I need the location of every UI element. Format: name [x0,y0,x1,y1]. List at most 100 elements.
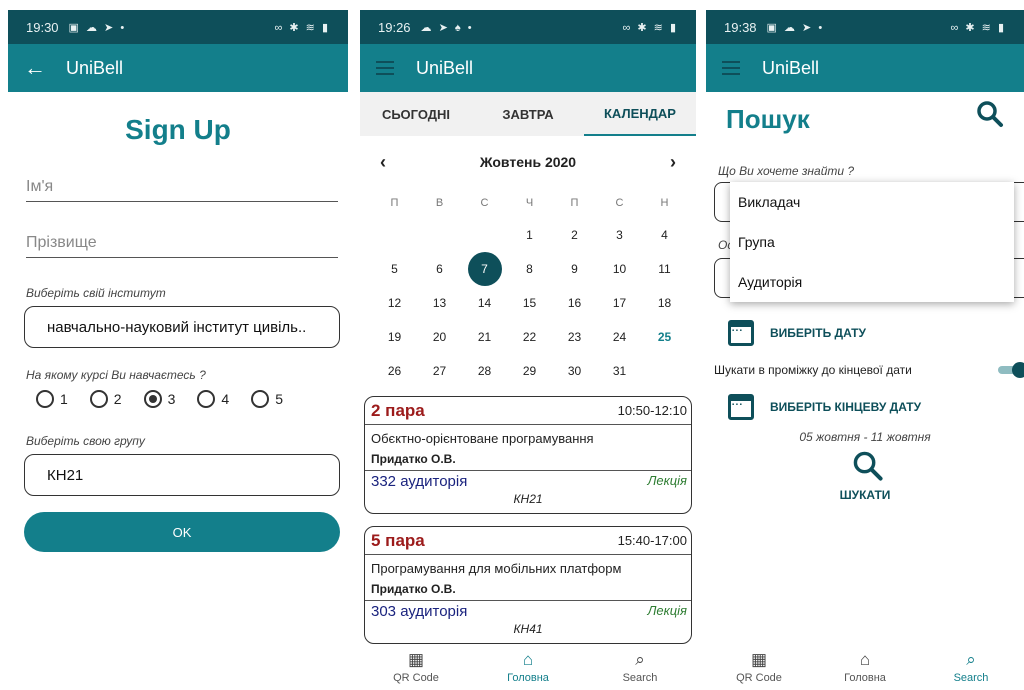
calendar-header: ‹ Жовтень 2020 › [380,150,676,174]
tab-calendar[interactable]: КАЛЕНДАР [584,92,696,136]
calendar-day[interactable]: 12 [372,286,417,320]
choose-end-date-label: ВИБЕРІТЬ КІНЦЕВУ ДАТУ [770,400,922,414]
calendar-icon [728,320,754,346]
calendar-day[interactable]: 15 [507,286,552,320]
last-name-input[interactable]: Прізвище [26,228,338,258]
calendar-empty [462,218,507,252]
calendar-day[interactable]: 6 [417,252,462,286]
menu-icon[interactable] [722,61,740,75]
subject: Програмування для мобільних платформ [371,561,622,576]
calendar-day[interactable]: 13 [417,286,462,320]
calendar-day[interactable]: 27 [417,354,462,388]
calendar-day[interactable]: 2 [552,218,597,252]
search-icon[interactable] [852,450,884,487]
subject: Обєктно-орієнтоване програмування [371,431,594,446]
dropdown-option-teacher[interactable]: Викладач [730,182,1014,222]
lesson-card[interactable]: 5 пара 15:40-17:00 Програмування для моб… [364,526,692,644]
range-toggle-row: Шукати в проміжку до кінцевої дати [714,362,1024,378]
calendar-day[interactable]: 23 [552,320,597,354]
course-radio-group: 1 2 3 4 5 [36,390,283,408]
chevron-right-icon[interactable]: › [670,152,676,173]
choose-date-label: ВИБЕРІТЬ ДАТУ [770,326,866,340]
calendar-day[interactable]: 29 [507,354,552,388]
app-title: UniBell [66,57,124,78]
choose-date-button[interactable]: ВИБЕРІТЬ ДАТУ [728,320,866,346]
app-bar: UniBell [706,44,1024,92]
course-radio-1[interactable]: 1 [36,390,68,408]
lesson-card[interactable]: 2 пара 10:50-12:10 Обєктно-орієнтоване п… [364,396,692,514]
nav-home[interactable]: ⌂ Головна [812,644,918,690]
calendar-empty [642,354,687,388]
status-icons: ▣ ☁ ➤ • [68,21,127,34]
back-arrow-icon[interactable]: ← [24,55,46,81]
chevron-left-icon[interactable]: ‹ [380,152,386,173]
tab-today[interactable]: СЬОГОДНІ [360,92,472,136]
course-radio-5[interactable]: 5 [251,390,283,408]
calendar-day[interactable]: 28 [462,354,507,388]
radio-label: 5 [275,391,283,407]
radio-circle [197,390,216,408]
system-icons: ∞ ✱ ≋ ▮ [274,21,330,34]
nav-label: QR Code [393,672,439,684]
calendar-day[interactable]: 21 [462,320,507,354]
calendar-day[interactable]: 3 [597,218,642,252]
menu-icon[interactable] [376,61,394,75]
nav-qr-code[interactable]: ▦ QR Code [360,644,472,690]
calendar-day[interactable]: 1 [507,218,552,252]
calendar-day[interactable]: 25 [642,320,687,354]
calendar-day[interactable]: 5 [372,252,417,286]
qr-code-icon: ▦ [750,650,768,669]
room: 332 аудиторія [371,473,468,490]
calendar-day[interactable]: 24 [597,320,642,354]
calendar-day[interactable]: 20 [417,320,462,354]
calendar-day[interactable]: 22 [507,320,552,354]
calendar-day[interactable]: 26 [372,354,417,388]
calendar-day[interactable]: 17 [597,286,642,320]
radio-circle [36,390,54,408]
tab-tomorrow[interactable]: ЗАВТРА [472,92,584,136]
group-input[interactable]: КН21 [24,454,340,496]
course-radio-4[interactable]: 4 [197,390,229,408]
calendar-day[interactable]: 19 [372,320,417,354]
calendar-day[interactable]: 30 [552,354,597,388]
nav-home[interactable]: ⌂ Головна [472,644,584,690]
status-time: 19:38 [724,19,757,35]
calendar-day[interactable]: 7 [462,252,507,286]
course-radio-2[interactable]: 2 [89,390,122,408]
nav-search[interactable]: ⌕ Search [918,644,1024,690]
calendar-day[interactable]: 10 [597,252,642,286]
calendar-day[interactable]: 11 [642,252,687,286]
calendar-day[interactable]: 9 [552,252,597,286]
dropdown-option-room[interactable]: Аудиторія [730,262,1014,302]
search-button[interactable]: ШУКАТИ [706,488,1024,502]
course-radio-3[interactable]: 3 [143,390,175,408]
dropdown-option-group[interactable]: Група [730,222,1014,262]
institute-select[interactable]: навчально-науковий інститут цивіль.. [24,306,340,348]
calendar-day[interactable]: 16 [552,286,597,320]
lesson-type: Лекція [647,603,687,618]
calendar-day[interactable]: 14 [462,286,507,320]
weekday-label: Ч [525,197,534,209]
nav-label: Search [622,672,658,684]
choose-end-date-button[interactable]: ВИБЕРІТЬ КІНЦЕВУ ДАТУ [728,394,921,420]
radio-label: 2 [113,391,122,407]
ok-button[interactable]: OK [24,512,340,552]
app-title: UniBell [416,57,474,78]
calendar-day[interactable]: 4 [642,218,687,252]
lesson-row: 332 аудиторія Лекція [365,471,691,490]
calendar-day[interactable]: 8 [507,252,552,286]
nav-search[interactable]: ⌕ Search [584,644,696,690]
range-toggle[interactable] [998,362,1024,378]
lesson-type: Лекція [647,473,687,488]
calendar-day[interactable]: 18 [642,286,687,320]
first-name-input[interactable]: Ім'я [26,172,338,202]
calendar-day[interactable]: 31 [597,354,642,388]
what-label: Що Ви хочете знайти ? [718,164,855,178]
search-icon[interactable] [976,100,1004,133]
system-icons: ∞ ✱ ≋ ▮ [950,21,1006,34]
nav-qr-code[interactable]: ▦ QR Code [706,644,812,690]
status-icons: ▣ ☁ ➤ • [766,21,825,34]
bottom-nav: ▦ QR Code ⌂ Головна ⌕ Search [360,644,696,690]
radio-circle [251,390,270,408]
status-bar: 19:30 ▣ ☁ ➤ • ∞ ✱ ≋ ▮ [8,10,348,44]
